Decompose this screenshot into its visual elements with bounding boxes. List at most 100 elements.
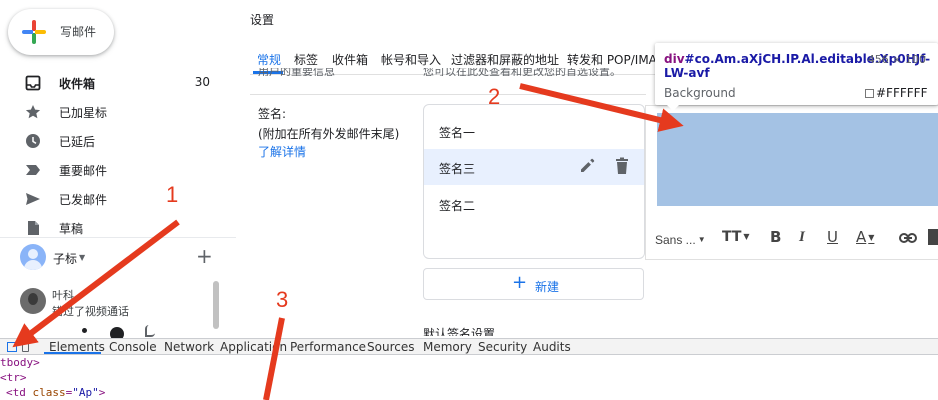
hangouts-bottom-bar	[60, 322, 180, 341]
text-color-icon[interactable]: A ▼	[856, 228, 874, 247]
add-chat-button[interactable]: +	[196, 246, 213, 266]
tab-inbox[interactable]: 收件箱	[332, 51, 368, 68]
code-tag: <tr>	[0, 371, 27, 384]
code-value: "Ap"	[72, 386, 99, 399]
code-line[interactable]: <td class="Ap">	[6, 385, 105, 400]
devtools-tab-sources[interactable]: Sources	[367, 340, 414, 355]
clock-icon	[24, 132, 41, 149]
background-value: #FFFFFF	[876, 86, 928, 100]
signature-label: 签名:	[258, 107, 287, 121]
devtools-tab-network[interactable]: Network	[164, 340, 214, 355]
sidebar-item-label: 已延后	[59, 135, 96, 149]
link-icon[interactable]	[899, 230, 917, 248]
element-selector: div#co.Am.aXjCH.IP.Al.editable.Xp0HJf-LW…	[664, 52, 930, 80]
contacts-icon[interactable]	[82, 328, 87, 333]
signature-name: 签名三	[439, 162, 476, 176]
new-signature-button[interactable]: + 新建	[423, 268, 644, 300]
sidebar-item-label: 收件箱	[59, 77, 96, 91]
tab-accounts[interactable]: 帐号和导入	[381, 51, 441, 68]
bold-icon[interactable]: B	[770, 228, 781, 246]
label-icon	[24, 161, 41, 178]
font-select[interactable]: Sans ... ▼	[655, 231, 706, 249]
tab-general[interactable]: 常规	[257, 51, 281, 68]
annotation-label-2: 2	[488, 84, 501, 109]
sidebar-item-label: 重要邮件	[59, 164, 108, 178]
sidebar-item-sent[interactable]: 已发邮件	[0, 184, 236, 213]
devtools-active-indicator	[44, 352, 101, 354]
page-title: 设置	[250, 13, 275, 27]
send-icon	[24, 190, 41, 207]
clipped-heading: 用户的重要信息	[258, 68, 335, 76]
devtools-tab-audits[interactable]: Audits	[533, 340, 571, 355]
avatar	[20, 244, 46, 270]
background-label: Background	[664, 86, 736, 100]
chevron-down-icon: ▼	[79, 253, 86, 262]
signature-note: (附加在所有外发邮件末尾)	[258, 127, 400, 141]
sidebar-item-label: 草稿	[59, 222, 84, 236]
devtools-tab-performance[interactable]: Performance	[290, 340, 366, 355]
contact-photo	[20, 288, 46, 314]
code-line[interactable]: tbody>	[0, 355, 40, 370]
devtools-tab-console[interactable]: Console	[109, 340, 157, 355]
text-size-icon[interactable]: TT ▼	[722, 228, 750, 246]
code-tag: <td	[6, 386, 33, 399]
signature-name: 签名二	[439, 199, 476, 213]
default-signature-label: 默认签名设置	[423, 327, 496, 336]
learn-more-link[interactable]: 了解详情	[258, 143, 306, 160]
inspector-tooltip: div#co.Am.aXjCH.IP.Al.editable.Xp0HJf-LW…	[655, 43, 938, 105]
draft-icon	[24, 219, 41, 236]
plus-icon	[22, 20, 46, 44]
sidebar-item-inbox[interactable]: 收件箱 30	[0, 68, 236, 97]
code-attr: class	[32, 386, 66, 399]
hangout-conversation[interactable]: 叶科 错过了视频通话	[14, 281, 220, 323]
underline-icon[interactable]: U	[827, 228, 838, 246]
star-icon	[24, 103, 41, 120]
compose-button[interactable]: 写邮件	[8, 9, 114, 55]
unread-count: 30	[194, 75, 210, 89]
phone-icon[interactable]	[145, 325, 155, 337]
color-swatch	[865, 89, 874, 98]
signature-name: 签名一	[439, 126, 476, 140]
tab-filters[interactable]: 过滤器和屏蔽的地址	[451, 51, 559, 68]
devtools-tab-security[interactable]: Security	[478, 340, 527, 355]
pencil-icon[interactable]	[579, 158, 595, 174]
plus-icon: +	[512, 272, 528, 293]
element-size: 456 × 100	[867, 53, 926, 66]
signature-item-selected[interactable]: 签名三	[424, 149, 644, 185]
text-color-label: A	[856, 228, 867, 246]
element-tag: div	[664, 52, 685, 66]
sidebar-item-important[interactable]: 重要邮件	[0, 155, 236, 184]
code-punct: >	[98, 386, 106, 399]
devtools-tab-memory[interactable]: Memory	[423, 340, 472, 355]
devtools-tab-application[interactable]: Application	[220, 340, 287, 355]
annotation-label-3: 3	[276, 287, 289, 312]
sidebar-scrollbar[interactable]	[213, 281, 219, 329]
device-toolbar-icon[interactable]	[22, 342, 29, 352]
inspect-element-icon[interactable]	[7, 342, 17, 352]
signature-item[interactable]: 签名二	[424, 186, 644, 222]
devtools-tabbar: Elements Console Network Application Per…	[0, 338, 938, 355]
compose-label: 写邮件	[60, 25, 97, 39]
trash-icon[interactable]	[614, 157, 630, 175]
italic-icon[interactable]: I	[799, 228, 805, 246]
text-size-label: TT	[722, 229, 742, 245]
tooltip-arrow	[666, 104, 680, 111]
hangouts-account[interactable]: 子标 ▼ +	[0, 240, 236, 274]
sidebar-item-snoozed[interactable]: 已延后	[0, 126, 236, 155]
annotation-label-1: 1	[166, 182, 179, 207]
font-value: Sans ...	[655, 233, 696, 247]
sidebar-item-label: 已发邮件	[59, 193, 108, 207]
signature-editor[interactable]	[657, 113, 938, 206]
tab-forwarding[interactable]: 转发和 POP/IMAP	[567, 51, 660, 68]
sidebar-item-label: 已加星标	[59, 106, 108, 120]
contact-name: 叶科	[52, 289, 74, 302]
editor-border	[646, 105, 938, 106]
image-icon[interactable]	[928, 229, 938, 249]
section-divider	[250, 94, 646, 95]
formatting-toolbar: Sans ... ▼ TT ▼ B I U A ▼	[646, 222, 938, 252]
tab-labels[interactable]: 标签	[294, 51, 318, 68]
sidebar-item-starred[interactable]: 已加星标	[0, 97, 236, 126]
code-line[interactable]: <tr>	[0, 370, 27, 385]
elements-panel: tbody> <tr> <td class="Ap">	[0, 355, 938, 400]
signature-item[interactable]: 签名一	[424, 113, 644, 149]
